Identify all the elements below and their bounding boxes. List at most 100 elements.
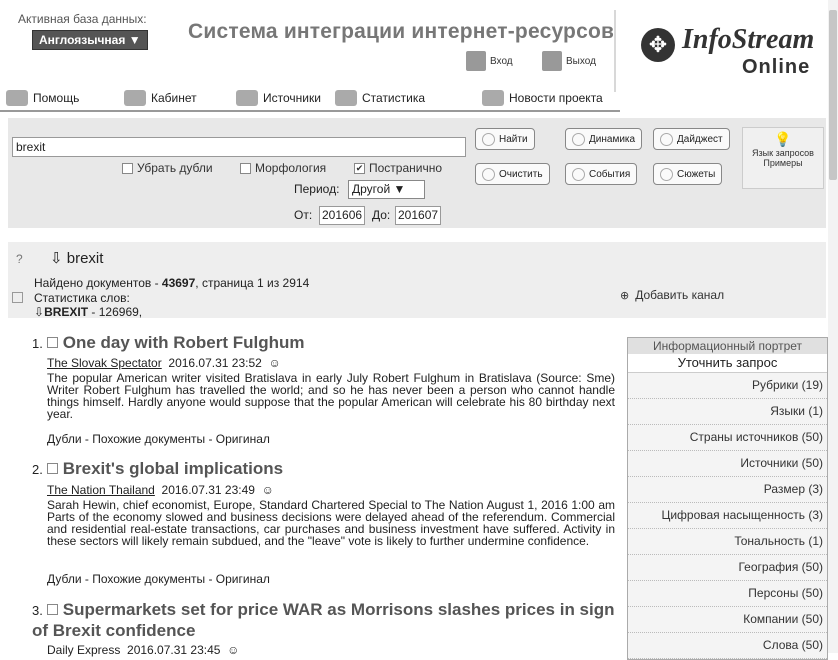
result-checkbox[interactable] <box>47 604 59 615</box>
to-date-field[interactable]: 201607 <box>395 206 442 225</box>
facet-geography[interactable]: География (50) <box>628 555 827 581</box>
word-stats: ⇩BREXIT - 126969, <box>34 305 142 319</box>
close-icon <box>482 167 495 181</box>
logout-button[interactable]: Выход <box>542 51 596 71</box>
find-button[interactable]: Найти <box>475 128 535 150</box>
query-heading: ⇩ brexit <box>50 249 103 267</box>
logout-icon <box>542 51 562 71</box>
sources-icon <box>236 90 258 106</box>
facet-sources[interactable]: Источники (50) <box>628 451 827 477</box>
result-checkbox[interactable] <box>47 337 59 348</box>
result-date: 2016.07.31 23:45 <box>127 643 221 657</box>
result-links[interactable]: Дубли - Похожие документы - Оригинал <box>47 432 270 446</box>
result-snippet: The popular American writer visited Brat… <box>47 371 615 421</box>
active-db-label: Активная база данных: <box>18 12 147 26</box>
word-count: - 126969, <box>88 305 143 319</box>
facet-rubrics[interactable]: Рубрики (19) <box>628 373 827 399</box>
nav-sources[interactable]: Источники <box>236 90 321 106</box>
result-source-link[interactable]: Daily Express <box>47 643 120 657</box>
smiley-icon: ☺ <box>227 643 240 657</box>
clear-label: Очистить <box>499 168 543 180</box>
period-select[interactable]: Другой ▼ <box>348 180 425 199</box>
result-title[interactable]: Supermarkets set for price WAR as Morris… <box>32 600 615 640</box>
arrow-down-icon: ⇩ <box>34 305 45 319</box>
dedup-checkbox[interactable] <box>122 162 133 174</box>
result-snippet: Sarah Hewin, chief economist, Europe, St… <box>47 498 615 548</box>
plots-button[interactable]: Сюжеты <box>653 163 723 185</box>
scrollbar-thumb[interactable] <box>829 10 837 180</box>
page-icon <box>12 292 23 303</box>
alert-icon <box>572 167 585 181</box>
dynamics-label: Динамика <box>589 133 636 145</box>
find-label: Найти <box>499 133 528 145</box>
help-icon <box>6 90 28 106</box>
nav-cabinet[interactable]: Кабинет <box>124 90 197 106</box>
result-source-link[interactable]: The Nation Thailand <box>47 483 155 497</box>
logout-label: Выход <box>566 55 596 67</box>
from-label: От: <box>294 208 313 222</box>
facet-languages[interactable]: Языки (1) <box>628 399 827 425</box>
result-item: 3. Supermarkets set for price WAR as Mor… <box>32 600 622 642</box>
morphology-checkbox[interactable] <box>240 162 251 174</box>
facet-words[interactable]: Слова (50) <box>628 633 827 659</box>
nav-help[interactable]: Помощь <box>6 90 79 106</box>
infostream-logo-icon: ✥ <box>641 28 675 62</box>
word-link[interactable]: BREXIT <box>44 305 88 319</box>
lightbulb-icon: 💡 <box>774 131 792 147</box>
result-number: 1. <box>32 336 43 351</box>
dedup-option[interactable]: Убрать дубли <box>122 161 213 175</box>
info-portrait-header: Информационный портрет <box>628 338 827 354</box>
result-source-line: Daily Express 2016.07.31 23:45 ☺ <box>47 643 239 657</box>
query-text: brexit <box>66 250 104 267</box>
from-date-field[interactable]: 201606 <box>319 206 366 225</box>
paged-label: Постранично <box>369 161 443 175</box>
result-checkbox[interactable] <box>47 463 59 474</box>
statistics-icon <box>335 90 357 106</box>
found-prefix: Найдено документов - <box>34 276 162 290</box>
add-channel-button[interactable]: ⊕ Добавить канал <box>620 288 724 302</box>
arrow-down-icon: ⇩ <box>50 250 63 267</box>
add-channel-label: Добавить канал <box>635 288 725 302</box>
result-source-line: The Nation Thailand 2016.07.31 23:49 ☺ <box>47 483 274 497</box>
database-select[interactable]: Англоязычная ▼ <box>32 30 148 50</box>
result-source-link[interactable]: The Slovak Spectator <box>47 356 162 370</box>
events-button[interactable]: События <box>565 163 638 185</box>
bar-chart-icon <box>572 132 585 146</box>
plots-label: Сюжеты <box>677 168 716 180</box>
events-label: События <box>589 168 631 180</box>
smiley-icon: ☺ <box>268 356 281 370</box>
found-count: 43697 <box>161 276 196 290</box>
facet-companies[interactable]: Компании (50) <box>628 607 827 633</box>
dynamics-button[interactable]: Динамика <box>565 128 643 150</box>
clear-button[interactable]: Очистить <box>475 163 550 185</box>
query-language-help[interactable]: 💡 Язык запросов Примеры <box>742 127 824 189</box>
result-title[interactable]: Brexit's global implications <box>63 459 283 478</box>
facet-tonality[interactable]: Тональность (1) <box>628 529 827 555</box>
login-icon <box>466 51 486 71</box>
word-stats-label: Статистика слов: <box>34 291 130 305</box>
result-source-line: The Slovak Spectator 2016.07.31 23:52 ☺ <box>47 356 281 370</box>
period-label: Период: <box>294 182 340 196</box>
paged-checkbox[interactable]: ✔ <box>354 162 365 174</box>
facet-source-countries[interactable]: Страны источников (50) <box>628 425 827 451</box>
help-question-icon[interactable]: ? <box>16 252 23 266</box>
nav-news-label: Новости проекта <box>509 91 603 105</box>
nav-statistics[interactable]: Статистика <box>335 90 425 106</box>
result-number: 2. <box>32 462 43 477</box>
result-title[interactable]: One day with Robert Fulghum <box>63 333 305 352</box>
paged-option[interactable]: ✔ Постранично <box>354 161 442 175</box>
facet-size[interactable]: Размер (3) <box>628 477 827 503</box>
refine-query-button[interactable]: Уточнить запрос <box>628 354 827 373</box>
smiley-icon: ☺ <box>261 483 274 497</box>
nav-news[interactable]: Новости проекта <box>482 90 603 106</box>
result-links[interactable]: Дубли - Похожие документы - Оригинал <box>47 572 270 586</box>
facet-digital-saturation[interactable]: Цифровая насыщенность (3) <box>628 503 827 529</box>
login-button[interactable]: Вход <box>466 51 513 71</box>
digest-button[interactable]: Дайджест <box>653 128 730 150</box>
app-title: Система интеграции интернет-ресурсов <box>188 20 615 43</box>
morphology-option[interactable]: Морфология <box>240 161 326 175</box>
facet-persons[interactable]: Персоны (50) <box>628 581 827 607</box>
result-number: 3. <box>32 603 43 618</box>
to-label: До: <box>372 208 391 222</box>
search-input[interactable]: brexit <box>12 137 466 157</box>
